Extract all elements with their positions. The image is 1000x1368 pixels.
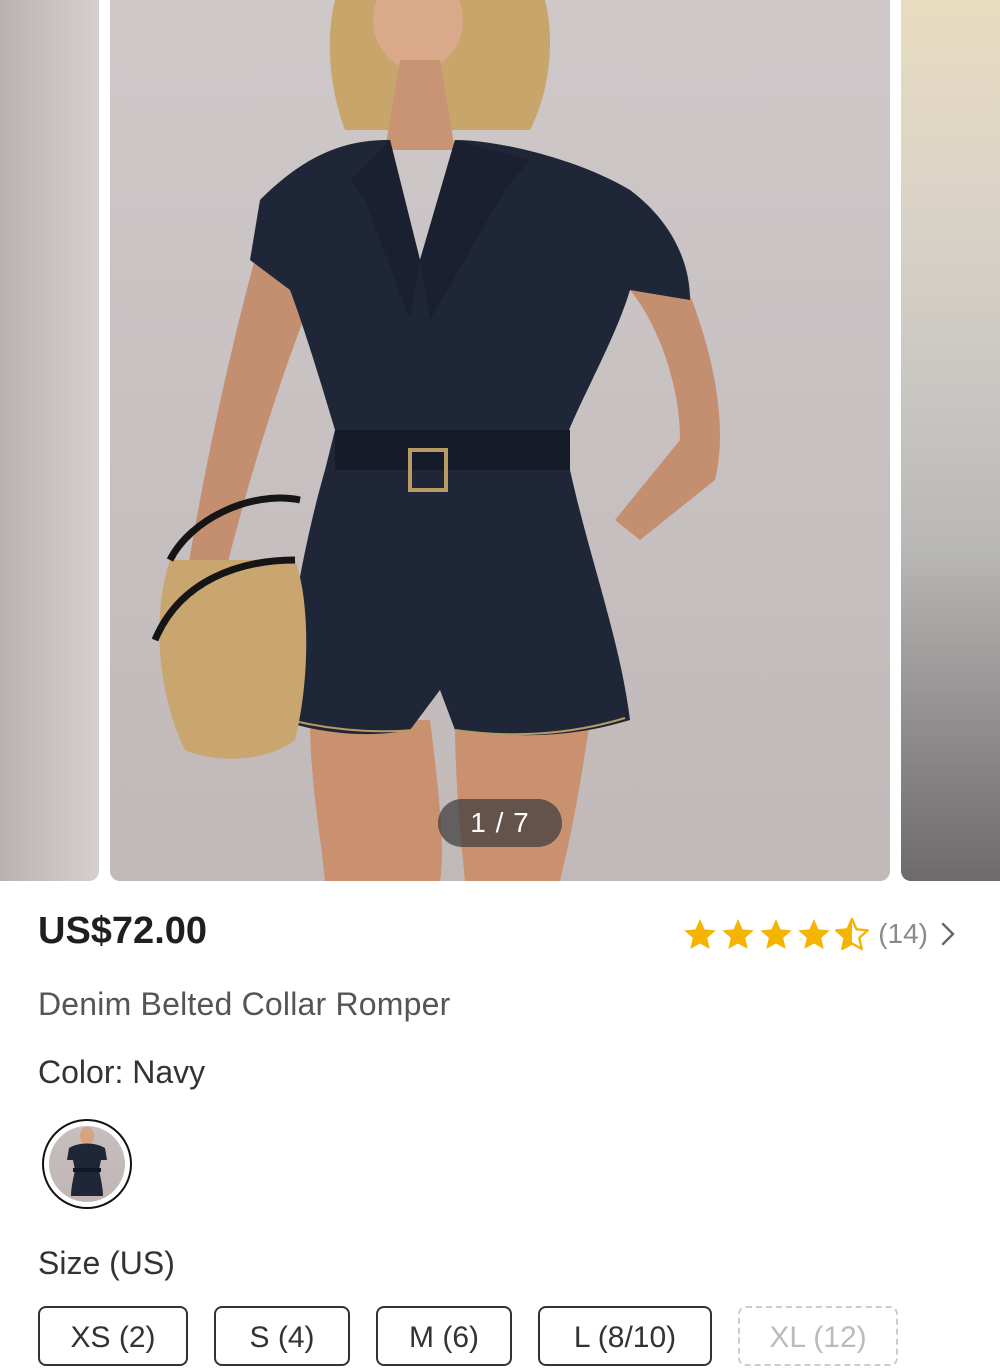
chevron-right-icon <box>941 922 955 946</box>
image-counter: 1 / 7 <box>438 799 562 847</box>
swatch-thumbnail <box>49 1126 125 1202</box>
size-option-l[interactable]: L (8/10) <box>538 1306 712 1366</box>
rating-summary[interactable]: (14) <box>682 912 956 956</box>
image-gallery[interactable]: 1 / 7 <box>0 0 1000 882</box>
size-option-xs[interactable]: XS (2) <box>38 1306 188 1366</box>
size-option-xl[interactable]: XL (12) <box>738 1306 898 1366</box>
next-image-peek[interactable] <box>901 0 1000 881</box>
star-rating <box>682 916 870 952</box>
size-options: XS (2) S (4) M (6) L (8/10) XL (12) <box>38 1306 898 1366</box>
review-count: (14) <box>878 918 928 949</box>
star-icon <box>722 919 754 949</box>
star-icon <box>798 919 830 949</box>
product-image[interactable] <box>110 0 890 881</box>
half-star-icon <box>835 917 870 951</box>
size-option-s[interactable]: S (4) <box>214 1306 350 1366</box>
color-swatch-navy[interactable] <box>42 1119 132 1209</box>
star-icon <box>760 919 792 949</box>
product-price: US$72.00 <box>38 910 208 952</box>
color-label: Color: Navy <box>38 1054 206 1090</box>
previous-image-peek[interactable] <box>0 0 99 881</box>
size-label: Size (US) <box>38 1245 175 1281</box>
size-option-m[interactable]: M (6) <box>376 1306 512 1366</box>
star-icon <box>684 919 716 949</box>
product-title: Denim Belted Collar Romper <box>38 986 451 1022</box>
romper-illustration <box>151 0 720 881</box>
